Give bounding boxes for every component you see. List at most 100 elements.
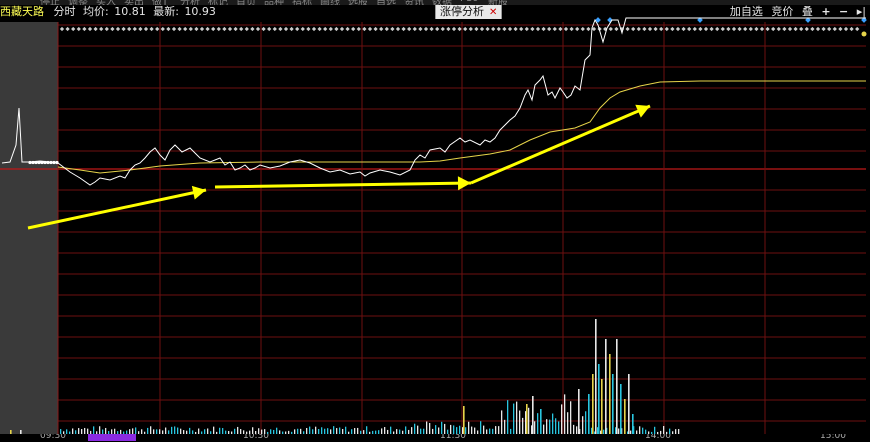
event-diamond bbox=[239, 26, 244, 32]
event-diamond bbox=[575, 26, 580, 32]
event-diamond bbox=[513, 26, 518, 32]
event-diamond bbox=[765, 26, 770, 32]
event-diamond bbox=[188, 26, 193, 32]
event-diamond bbox=[110, 26, 115, 32]
event-diamond bbox=[642, 26, 647, 32]
event-diamond bbox=[351, 26, 356, 32]
event-diamond bbox=[832, 26, 837, 32]
event-diamond bbox=[485, 26, 490, 32]
event-diamond bbox=[687, 26, 692, 32]
volume-bar bbox=[468, 421, 470, 434]
event-diamond bbox=[468, 26, 473, 32]
event-diamond bbox=[715, 26, 720, 32]
event-diamond bbox=[653, 26, 658, 32]
trend-arrow-head bbox=[457, 176, 471, 191]
event-diamond bbox=[250, 26, 255, 32]
event-diamond bbox=[569, 26, 574, 32]
volume-bar bbox=[435, 425, 437, 434]
volume-bar bbox=[99, 426, 101, 434]
event-diamond bbox=[244, 26, 249, 32]
event-diamond bbox=[440, 26, 445, 32]
event-diamond bbox=[608, 26, 613, 32]
volume-bar-tall bbox=[616, 339, 618, 434]
volume-bar bbox=[309, 426, 311, 434]
event-diamond bbox=[815, 26, 821, 32]
volume-bar bbox=[558, 421, 560, 434]
event-diamond bbox=[317, 26, 322, 32]
volume-bar bbox=[450, 424, 452, 434]
event-diamond bbox=[843, 26, 849, 32]
event-diamond bbox=[519, 26, 524, 32]
volume-bar bbox=[213, 426, 215, 434]
event-diamond bbox=[177, 26, 182, 32]
volume-bar bbox=[564, 394, 566, 434]
volume-bar bbox=[495, 426, 497, 434]
volume-bar bbox=[456, 427, 458, 434]
volume-bar-tall bbox=[598, 364, 600, 434]
event-diamond bbox=[535, 26, 541, 32]
volume-bar-tall bbox=[620, 384, 622, 434]
event-diamond bbox=[418, 26, 423, 32]
volume-bar bbox=[414, 423, 416, 434]
event-diamond bbox=[115, 26, 121, 32]
event-diamond bbox=[160, 26, 165, 32]
volume-bar bbox=[315, 426, 317, 434]
time-label: 11:30 bbox=[440, 434, 466, 441]
event-diamond bbox=[423, 26, 429, 32]
event-diamond bbox=[216, 26, 221, 32]
volume-bar bbox=[453, 425, 455, 434]
time-label: 10:30 bbox=[243, 434, 269, 441]
event-diamond bbox=[681, 26, 686, 32]
volume-bar bbox=[549, 419, 551, 434]
volume-bar bbox=[93, 426, 95, 434]
volume-bar bbox=[411, 427, 413, 434]
volume-bar bbox=[537, 413, 539, 434]
volume-bar bbox=[405, 426, 407, 434]
trend-arrow-head bbox=[191, 185, 206, 200]
event-diamond bbox=[334, 26, 339, 32]
event-diamond bbox=[87, 26, 93, 32]
event-diamond bbox=[821, 26, 826, 32]
event-diamond bbox=[328, 26, 333, 32]
event-diamond bbox=[205, 26, 210, 32]
chart-grid bbox=[0, 22, 866, 434]
event-diamond bbox=[838, 26, 843, 32]
volume-bar bbox=[384, 427, 386, 434]
volume-bar bbox=[543, 424, 545, 434]
volume-bar bbox=[528, 407, 530, 434]
event-diamond bbox=[631, 26, 636, 32]
event-diamond bbox=[491, 26, 496, 32]
volume-bar bbox=[552, 413, 554, 434]
time-range-highlight[interactable] bbox=[88, 434, 136, 441]
event-diamond bbox=[743, 26, 748, 32]
trend-arrows bbox=[27, 104, 651, 230]
event-diamond bbox=[849, 26, 854, 32]
intraday-chart[interactable] bbox=[0, 0, 870, 442]
event-diamond bbox=[474, 26, 479, 32]
event-diamond bbox=[255, 26, 261, 32]
volume-bar-tall bbox=[624, 399, 626, 434]
volume-bar bbox=[333, 426, 335, 434]
event-diamond bbox=[479, 26, 485, 32]
event-diamond bbox=[233, 26, 238, 32]
event-diamond bbox=[143, 26, 149, 32]
event-diamond bbox=[614, 26, 619, 32]
event-diamond bbox=[104, 26, 109, 32]
event-diamond bbox=[211, 26, 216, 32]
volume-bar bbox=[570, 401, 572, 434]
event-diamond bbox=[799, 26, 804, 32]
volume-bar bbox=[417, 425, 419, 434]
event-diamond bbox=[754, 26, 759, 32]
volume-bar bbox=[585, 411, 587, 434]
event-diamond bbox=[127, 26, 132, 32]
volume-bar-tall bbox=[540, 409, 542, 434]
volume-bar bbox=[663, 426, 665, 434]
volume-bar bbox=[483, 425, 485, 434]
event-diamond bbox=[71, 26, 76, 32]
event-diamond bbox=[664, 26, 669, 32]
event-diamond bbox=[552, 26, 557, 32]
time-label: 14:00 bbox=[645, 434, 671, 441]
volume-bar bbox=[567, 412, 569, 434]
volume-bar-tall bbox=[612, 374, 614, 434]
event-diamond bbox=[356, 26, 361, 32]
